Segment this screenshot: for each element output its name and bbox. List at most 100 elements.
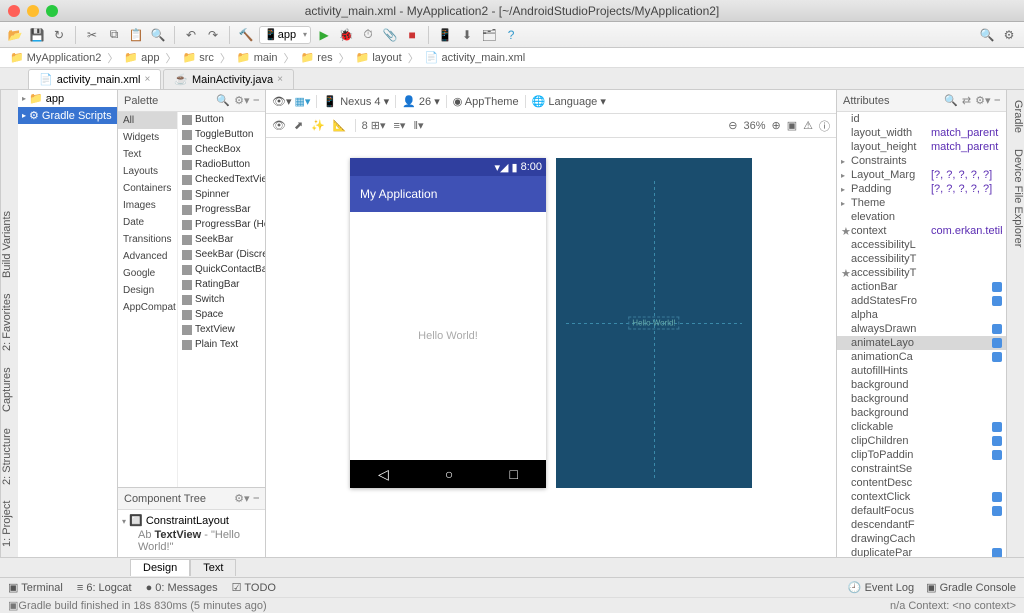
align-icon[interactable]: ≡▾	[394, 119, 406, 132]
attribute-row[interactable]: alwaysDrawn	[837, 322, 1006, 336]
blueprint-label[interactable]: Hello World!	[628, 317, 679, 330]
attribute-row[interactable]: constraintSe	[837, 462, 1006, 476]
palette-item[interactable]: Switch	[178, 292, 265, 307]
collapse-icon[interactable]: ⎯	[995, 94, 1001, 107]
collapse-icon[interactable]: ⎯	[254, 492, 260, 505]
zoom-fit-icon[interactable]: ▣	[787, 119, 797, 132]
file-tab-active[interactable]: 📄activity_main.xml×	[28, 69, 161, 89]
attribute-row[interactable]: ▸Theme	[837, 196, 1006, 210]
tool-favorites[interactable]: 2: Favorites	[1, 290, 18, 355]
tree-row[interactable]: Ab TextView - "Hello World!"	[122, 528, 261, 554]
settings-toolbar-icon[interactable]: ⚙	[1000, 26, 1018, 44]
run-config-combo[interactable]: 📱 app	[259, 26, 311, 44]
make-icon[interactable]: 🔨	[237, 26, 255, 44]
infer-icon[interactable]: 📐	[333, 119, 347, 132]
search-everywhere-icon[interactable]: 🔍	[978, 26, 996, 44]
save-icon[interactable]: 💾	[28, 26, 46, 44]
avd-icon[interactable]: 📱	[436, 26, 454, 44]
palette-category[interactable]: Images	[118, 197, 177, 214]
palette-category[interactable]: Date	[118, 214, 177, 231]
attach-icon[interactable]: 📎	[381, 26, 399, 44]
palette-category[interactable]: Google	[118, 265, 177, 282]
tool-project[interactable]: 1: Project	[1, 497, 18, 551]
attributes-list[interactable]: idlayout_widthmatch_parentlayout_heightm…	[837, 112, 1006, 557]
pan-icon[interactable]: 👁	[272, 119, 286, 132]
gear-icon[interactable]: ⚙▾	[234, 94, 249, 107]
breadcrumb-item[interactable]: 📁 app	[120, 51, 163, 64]
attribute-row[interactable]: clipToPaddin	[837, 448, 1006, 462]
tool-gradle[interactable]: Gradle	[1007, 96, 1024, 137]
open-icon[interactable]: 📂	[6, 26, 24, 44]
settings-icon[interactable]: ⓘ	[819, 118, 830, 134]
select-icon[interactable]: ⬈	[294, 119, 303, 132]
device-combo[interactable]: 📱 Nexus 4 ▾	[323, 95, 389, 108]
gear-icon[interactable]: ⚙▾	[975, 94, 990, 107]
blueprint-preview[interactable]: Hello World!	[556, 158, 752, 488]
attribute-row[interactable]: addStatesFro	[837, 294, 1006, 308]
palette-item[interactable]: CheckBox	[178, 142, 265, 157]
attribute-row[interactable]: ▸Layout_Marg[?, ?, ?, ?, ?]	[837, 168, 1006, 182]
bottom-terminal[interactable]: ▣ Terminal	[8, 581, 63, 594]
run-icon[interactable]: ▶	[315, 26, 333, 44]
attribute-row[interactable]: ★contextcom.erkan.tetik.m	[837, 224, 1006, 238]
tree-row[interactable]: ▾ 🔲 ConstraintLayout	[122, 513, 261, 528]
palette-item[interactable]: Space	[178, 307, 265, 322]
palette-category[interactable]: Containers	[118, 180, 177, 197]
theme-combo[interactable]: ◉ AppTheme	[453, 95, 519, 108]
attribute-row[interactable]: layout_heightmatch_parent	[837, 140, 1006, 154]
file-tab[interactable]: ☕MainActivity.java×	[163, 69, 294, 89]
palette-item[interactable]: QuickContactBa	[178, 262, 265, 277]
profile-icon[interactable]: ⏱	[359, 26, 377, 44]
find-icon[interactable]: 🔍	[149, 26, 167, 44]
attribute-row[interactable]: background	[837, 406, 1006, 420]
attribute-row[interactable]: ▸Constraints	[837, 154, 1006, 168]
close-window-button[interactable]	[8, 5, 20, 17]
attribute-row[interactable]: animationCa	[837, 350, 1006, 364]
breadcrumb-item[interactable]: 📄 activity_main.xml	[421, 51, 530, 64]
palette-category[interactable]: Advanced	[118, 248, 177, 265]
attribute-row[interactable]: layout_widthmatch_parent	[837, 126, 1006, 140]
stop-icon[interactable]: ■	[403, 26, 421, 44]
design-canvas[interactable]: ▾◢▮8:00 My Application Hello World! ◁○□ …	[266, 138, 836, 557]
palette-item[interactable]: SeekBar	[178, 232, 265, 247]
palette-item[interactable]: Spinner	[178, 187, 265, 202]
attribute-row[interactable]: duplicatePar	[837, 546, 1006, 557]
palette-item[interactable]: RadioButton	[178, 157, 265, 172]
design-preview[interactable]: ▾◢▮8:00 My Application Hello World! ◁○□	[350, 158, 546, 488]
attribute-row[interactable]: defaultFocus	[837, 504, 1006, 518]
palette-item[interactable]: CheckedTextView	[178, 172, 265, 187]
attribute-row[interactable]: accessibilityT	[837, 252, 1006, 266]
attribute-row[interactable]: clickable	[837, 420, 1006, 434]
palette-items[interactable]: ButtonToggleButtonCheckBoxRadioButtonChe…	[178, 112, 265, 487]
palette-category[interactable]: AppCompat	[118, 299, 177, 316]
language-combo[interactable]: 🌐 Language ▾	[532, 95, 606, 108]
project-tree[interactable]: ▸📁app ▸⚙Gradle Scripts	[18, 90, 118, 557]
breadcrumb-item[interactable]: 📁 src	[178, 51, 217, 64]
close-tab-icon[interactable]: ×	[144, 74, 150, 85]
debug-icon[interactable]: 🐞	[337, 26, 355, 44]
bottom-messages[interactable]: ● 0: Messages	[146, 582, 218, 594]
attribute-row[interactable]: contentDesc	[837, 476, 1006, 490]
bottom-todo[interactable]: ☑ TODO	[232, 581, 276, 594]
design-tab[interactable]: Design	[130, 559, 190, 576]
attribute-row[interactable]: descendantF	[837, 518, 1006, 532]
api-combo[interactable]: 👤 26 ▾	[402, 95, 440, 108]
palette-item[interactable]: Plain Text	[178, 337, 265, 352]
attribute-row[interactable]: drawingCach	[837, 532, 1006, 546]
tool-captures[interactable]: Captures	[1, 363, 18, 416]
palette-category[interactable]: All	[118, 112, 177, 129]
close-tab-icon[interactable]: ×	[277, 74, 283, 85]
search-icon[interactable]: 🔍	[944, 94, 958, 107]
pack-icon[interactable]: ‖▾	[413, 119, 423, 132]
attribute-row[interactable]: id	[837, 112, 1006, 126]
palette-item[interactable]: SeekBar (Discret	[178, 247, 265, 262]
search-icon[interactable]: 🔍	[216, 94, 230, 107]
attribute-row[interactable]: ★accessibilityT	[837, 266, 1006, 280]
sdk-icon[interactable]: ⬇	[458, 26, 476, 44]
wand-icon[interactable]: ✨	[311, 119, 325, 132]
zoom-window-button[interactable]	[46, 5, 58, 17]
attribute-row[interactable]: clipChildren	[837, 434, 1006, 448]
zoom-out-icon[interactable]: ⊖	[728, 119, 737, 132]
attribute-row[interactable]: autofillHints	[837, 364, 1006, 378]
attribute-row[interactable]: accessibilityL	[837, 238, 1006, 252]
